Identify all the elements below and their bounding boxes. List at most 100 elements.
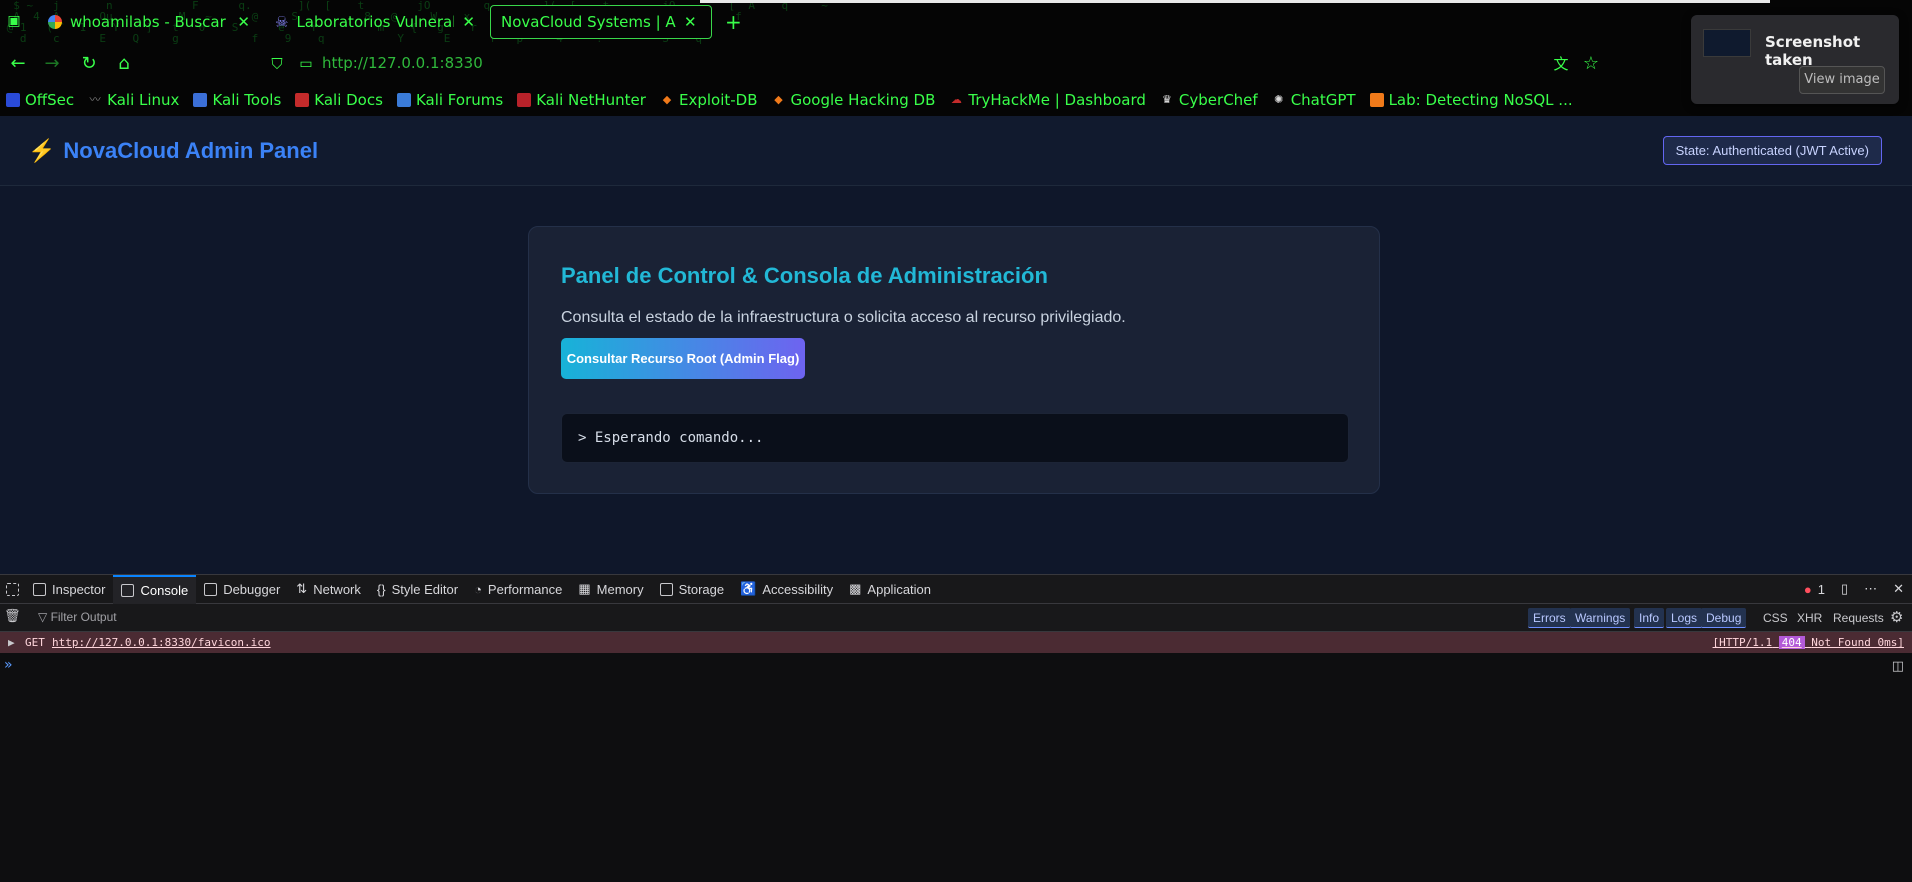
bookmark-label: OffSec [25, 91, 75, 109]
tab-title: Laboratorios Vulnerables [296, 13, 454, 31]
tab-accessibility[interactable]: ♿ Accessibility [732, 575, 841, 604]
close-tab-icon[interactable]: ✕ [462, 13, 475, 31]
bookmark-tryhackme[interactable]: ☁ TryHackMe | Dashboard [949, 91, 1146, 109]
network-icon: ⇅ [296, 581, 308, 596]
tab-label: Inspector [52, 581, 106, 597]
filter-warnings[interactable]: Warnings [1570, 608, 1631, 628]
tab-label: Storage [678, 581, 725, 597]
console-input-area[interactable]: » ◫ [0, 653, 1912, 882]
bookmark-star-icon[interactable]: ☆ [1581, 54, 1601, 74]
tryhackme-icon: ☁ [950, 93, 962, 106]
tab-performance[interactable]: ◔ Performance [466, 575, 570, 604]
bookmark-label: Exploit-DB [678, 91, 758, 109]
application-icon: ▩ [849, 581, 862, 596]
tab-inspector[interactable]: Inspector [25, 575, 113, 604]
tab-title: NovaCloud Systems | Admin [501, 13, 676, 31]
filter-css[interactable]: CSS [1758, 608, 1793, 628]
bookmark-offsec[interactable]: OffSec [6, 91, 74, 109]
filter-info[interactable]: Info [1634, 608, 1665, 628]
translate-icon[interactable]: 文 [1551, 54, 1571, 74]
filter-requests[interactable]: Requests [1828, 608, 1889, 628]
dock-icon[interactable]: ▯ [1833, 575, 1856, 604]
tab-label: Style Editor [391, 581, 459, 597]
screenshot-thumbnail[interactable] [1703, 29, 1751, 57]
filter-placeholder: Filter Output [50, 610, 117, 624]
filter-icon: ▽ [38, 610, 51, 624]
split-console-icon[interactable]: ◫ [1892, 659, 1904, 674]
filter-logs[interactable]: Logs [1666, 608, 1703, 628]
memory-icon: ▦ [578, 581, 591, 596]
tab-storage[interactable]: Storage [652, 575, 733, 604]
element-picker-icon[interactable] [0, 575, 25, 604]
log-url[interactable]: http://127.0.0.1:8330/favicon.ico [52, 632, 271, 653]
error-count-badge[interactable]: ● 1 [1796, 575, 1833, 604]
tab-network[interactable]: ⇅ Network [288, 575, 369, 604]
back-icon[interactable]: ← [8, 54, 28, 74]
plus-icon[interactable]: + [725, 10, 742, 34]
kali-icon: 〰 [89, 93, 101, 106]
bookmark-chatgpt[interactable]: ✺ ChatGPT [1272, 91, 1356, 109]
console-filter-bar: 🗑 ▽ Filter Output Errors Warnings Info L… [0, 604, 1912, 632]
log-status-code: 404 [1778, 636, 1805, 649]
tab-label: Performance [487, 581, 563, 597]
tab-overview-icon[interactable]: ▣ [4, 11, 24, 31]
close-tab-icon[interactable]: ✕ [684, 13, 697, 31]
bookmark-ghdb[interactable]: ◆ Google Hacking DB [772, 91, 935, 109]
tab-style-editor[interactable]: {} Style Editor [369, 575, 466, 604]
window-edge [700, 0, 1770, 3]
trash-icon[interactable]: 🗑 [4, 609, 21, 624]
debugger-icon [204, 582, 218, 596]
bookmark-kali-nethunter[interactable]: Kali NetHunter [517, 91, 646, 109]
tab-google[interactable]: whoamilabs - Buscar con ✕ [48, 5, 250, 39]
bookmark-cyberchef[interactable]: ♛ CyberChef [1160, 91, 1258, 109]
close-devtools-icon[interactable]: ✕ [1885, 575, 1912, 604]
brand-title: NovaCloud Admin Panel [63, 138, 319, 163]
bookmark-kali-forums[interactable]: Kali Forums [396, 91, 503, 109]
console-icon [121, 583, 135, 597]
kali-docs-icon [295, 93, 310, 107]
tab-label: Accessibility [762, 581, 834, 597]
app-header: ⚡ NovaCloud Admin Panel State: Authentica… [0, 116, 1912, 186]
card-description: Consulta el estado de la infraestructura… [561, 309, 1126, 326]
console-error-row[interactable]: ▶ GET http://127.0.0.1:8330/favicon.ico … [0, 632, 1912, 653]
forward-icon[interactable]: → [42, 54, 62, 74]
page-info-icon[interactable]: ▭ [296, 54, 316, 74]
home-icon[interactable]: ⌂ [114, 54, 134, 74]
shield-icon[interactable]: ⛉ [267, 54, 287, 74]
bookmark-label: Kali Linux [107, 91, 180, 109]
bookmark-kali-tools[interactable]: Kali Tools [193, 91, 281, 109]
log-status-text: Not Found 0ms] [1811, 636, 1904, 649]
tab-application[interactable]: ▩ Application [841, 575, 939, 604]
portswigger-icon [1369, 93, 1384, 107]
view-image-button[interactable]: View image [1799, 66, 1885, 94]
log-status[interactable]: [HTTP/1.1 404 Not Found 0ms] [1713, 632, 1904, 653]
bolt-icon: ⚡ [28, 138, 56, 163]
filter-output-input[interactable]: ▽ Filter Output [38, 610, 117, 624]
nethunter-icon [517, 93, 532, 107]
reload-icon[interactable]: ↻ [79, 54, 99, 74]
style-editor-icon: {} [376, 581, 386, 597]
tab-memory[interactable]: ▦ Memory [570, 575, 651, 604]
tab-console[interactable]: Console [113, 574, 197, 604]
bookmark-kali-docs[interactable]: Kali Docs [295, 91, 383, 109]
close-tab-icon[interactable]: ✕ [237, 13, 250, 31]
query-root-button[interactable]: Consultar Recurso Root (Admin Flag) [561, 338, 805, 379]
log-proto: [HTTP/1.1 [1712, 636, 1773, 649]
filter-xhr[interactable]: XHR [1792, 608, 1827, 628]
filter-errors[interactable]: Errors [1528, 608, 1571, 628]
more-options-icon[interactable]: ⋯ [1856, 575, 1885, 604]
expand-arrow-icon[interactable]: ▶ [8, 632, 15, 653]
tab-laboratorios[interactable]: ☠ Laboratorios Vulnerables ✕ [275, 5, 475, 39]
tab-novacloud[interactable]: NovaCloud Systems | Admin ✕ [490, 5, 712, 39]
new-tab-button[interactable]: + [725, 5, 742, 39]
bookmark-label: CyberChef [1178, 91, 1258, 109]
console-settings-icon[interactable]: ⚙ [1890, 608, 1903, 626]
url-bar[interactable]: http://127.0.0.1:8330 [322, 54, 483, 72]
filter-debug[interactable]: Debug [1701, 608, 1747, 628]
tab-debugger[interactable]: Debugger [196, 575, 288, 604]
control-panel-card: Panel de Control & Consola de Administra… [528, 226, 1380, 494]
card-title: Panel de Control & Consola de Administra… [561, 263, 1048, 288]
bookmark-kali-linux[interactable]: 〰 Kali Linux [88, 91, 180, 109]
bookmark-exploit-db[interactable]: ◆ Exploit-DB [660, 91, 758, 109]
bookmark-lab-nosql[interactable]: Lab: Detecting NoSQL ... [1369, 91, 1573, 109]
